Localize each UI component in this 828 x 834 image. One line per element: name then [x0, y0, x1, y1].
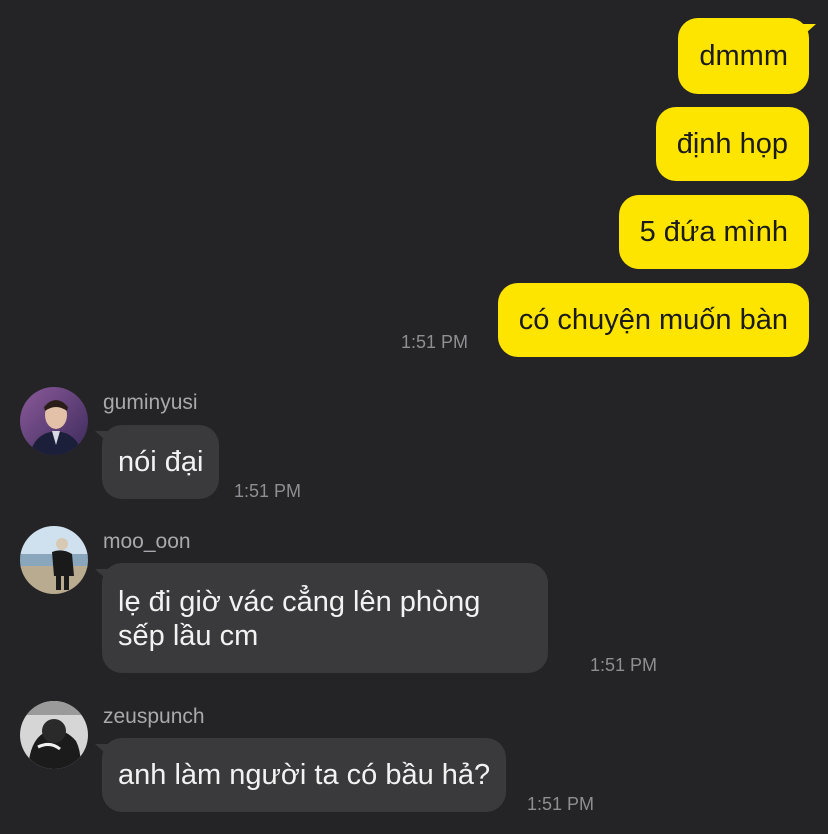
avatar[interactable] [20, 701, 88, 769]
message-timestamp: 1:51 PM [527, 794, 595, 814]
message-timestamp: 1:51 PM [234, 481, 302, 501]
incoming-message[interactable]: lẹ đi giờ vác cẳng lên phòng sếp lầu cm [102, 563, 548, 673]
sender-name: zeuspunch [103, 705, 205, 728]
message-text: nói đại [118, 446, 204, 478]
outgoing-message[interactable]: dmmm [678, 18, 809, 94]
outgoing-message[interactable]: định họp [655, 107, 809, 181]
avatar[interactable] [20, 387, 88, 455]
incoming-message[interactable]: nói đại [102, 425, 220, 499]
message-text: định họp [676, 128, 788, 160]
incoming-message[interactable]: anh làm người ta có bầu hả? [102, 738, 507, 812]
person-suit-photo-icon [20, 387, 88, 455]
message-text: lẹ đi giờ vác cẳng lên phòng sếp lầu cm [118, 586, 481, 652]
monochrome-person-photo-icon [20, 701, 88, 769]
message-text: có chuyện muốn bàn [518, 304, 788, 336]
message-text: dmmm [699, 40, 788, 72]
message-timestamp: 1:51 PM [590, 655, 658, 675]
beach-person-photo-icon [20, 526, 88, 594]
message-text: anh làm người ta có bầu hả? [118, 759, 491, 791]
sender-name: guminyusi [103, 391, 198, 414]
message-text: 5 đứa mình [639, 216, 788, 248]
message-timestamp: 1:51 PM [401, 332, 469, 352]
outgoing-message[interactable]: có chuyện muốn bàn [497, 283, 809, 357]
sender-name: moo_oon [103, 530, 191, 553]
avatar[interactable] [20, 526, 88, 594]
outgoing-message[interactable]: 5 đứa mình [618, 195, 809, 269]
